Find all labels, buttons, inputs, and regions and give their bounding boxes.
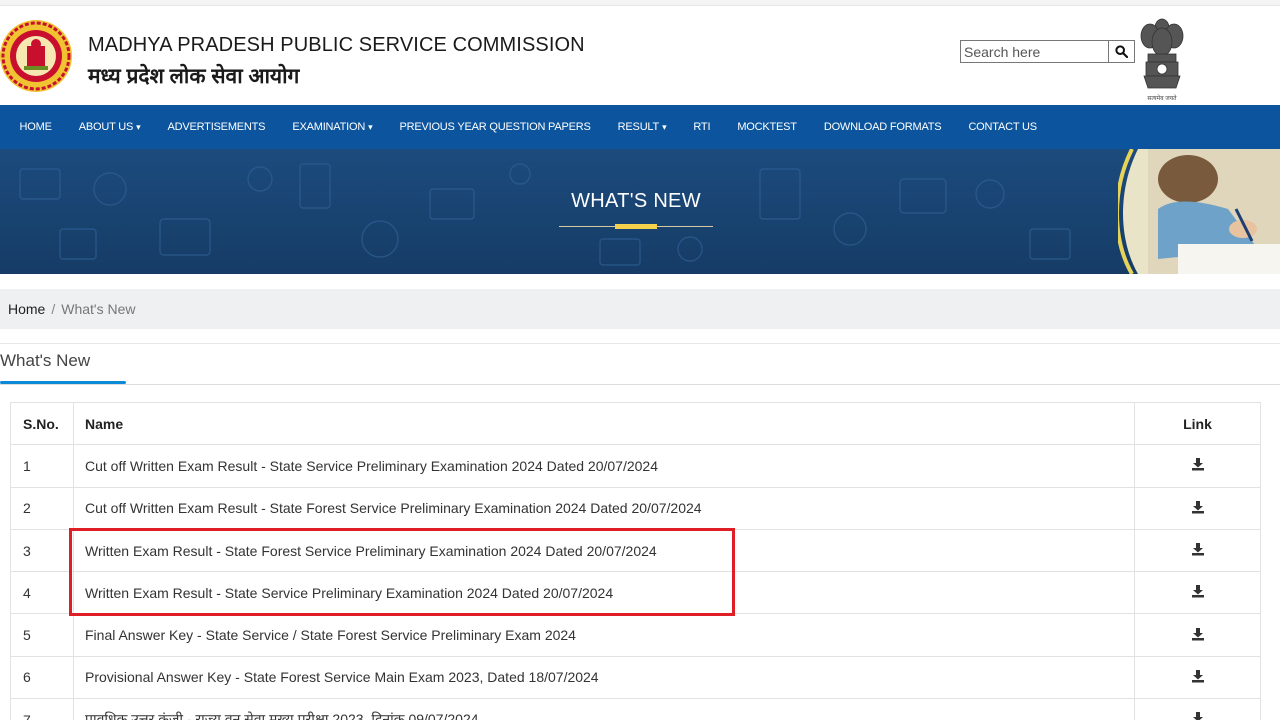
row-sno: 7: [10, 698, 74, 720]
site-header: MADHYA PRADESH PUBLIC SERVICE COMMISSION…: [0, 6, 1280, 105]
table-row: 7 प्रावधिक उत्तर कुंजी - राज्य वन सेवा म…: [10, 698, 1261, 720]
caret-down-icon: ▾: [136, 121, 141, 132]
table-row: 6 Provisional Answer Key - State Forest …: [10, 655, 1261, 700]
download-icon[interactable]: [1191, 542, 1205, 556]
table-row: 1 Cut off Written Exam Result - State Se…: [10, 444, 1261, 488]
nav-item-about-us[interactable]: ABOUT US ▾: [65, 105, 154, 149]
row-name: Provisional Answer Key - State Forest Se…: [73, 655, 1135, 700]
emblem-motto: सत्यमेव जयते: [1147, 96, 1177, 102]
nav-label: ABOUT US: [78, 121, 134, 133]
page-banner: WHAT'S NEW: [0, 149, 1280, 274]
download-icon[interactable]: [1191, 457, 1205, 471]
nav-label: EXAMINATION: [292, 121, 366, 133]
row-sno: 5: [10, 613, 74, 657]
nav-item-contact-us[interactable]: CONTACT US: [955, 105, 1051, 149]
row-name: Cut off Written Exam Result - State Fore…: [73, 486, 1135, 530]
breadcrumb-current: What's New: [61, 301, 136, 317]
download-icon[interactable]: [1191, 711, 1205, 720]
nav-item-download-formats[interactable]: DOWNLOAD FORMATS: [810, 105, 955, 149]
row-sno: 6: [10, 655, 74, 700]
row-name: Cut off Written Exam Result - State Serv…: [73, 444, 1135, 488]
nav-label: CONTACT US: [968, 121, 1037, 133]
org-name-english: MADHYA PRADESH PUBLIC SERVICE COMMISSION: [88, 34, 585, 56]
row-link: [1134, 528, 1261, 573]
table-row: 4 Written Exam Result - State Service Pr…: [10, 571, 1261, 615]
row-name: Final Answer Key - State Service / State…: [73, 613, 1135, 657]
nav-label: HOME: [19, 121, 52, 133]
student-writing-image: [1118, 149, 1280, 274]
column-header-sno: S.No.: [10, 401, 74, 446]
row-sno: 3: [10, 528, 74, 573]
nav-item-advertisements[interactable]: ADVERTISEMENTS: [154, 105, 279, 149]
download-icon[interactable]: [1191, 669, 1205, 683]
breadcrumb-separator: /: [51, 301, 56, 317]
table-row: 5 Final Answer Key - State Service / Sta…: [10, 613, 1261, 657]
search-button[interactable]: [1108, 41, 1134, 62]
search-icon: [1115, 45, 1128, 58]
nav-label: ADVERTISEMENTS: [167, 121, 266, 133]
row-sno: 2: [10, 486, 74, 530]
nav-item-result[interactable]: RESULT ▾: [604, 105, 680, 149]
column-header-link: Link: [1134, 401, 1261, 446]
row-link: [1134, 655, 1261, 700]
nav-item-home[interactable]: HOME: [6, 105, 65, 149]
row-link: [1134, 698, 1261, 720]
caret-down-icon: ▾: [368, 121, 373, 132]
search-box: [960, 40, 1135, 63]
org-name-hindi: मध्य प्रदेश लोक सेवा आयोग: [88, 65, 300, 88]
banner-title: WHAT'S NEW: [571, 190, 701, 212]
section-heading: What's New: [0, 343, 1280, 385]
row-link: [1134, 486, 1261, 530]
download-icon[interactable]: [1191, 500, 1205, 514]
nav-item-previous-papers[interactable]: PREVIOUS YEAR QUESTION PAPERS: [386, 105, 604, 149]
nav-item-examination[interactable]: EXAMINATION ▾: [279, 105, 386, 149]
download-icon[interactable]: [1191, 584, 1205, 598]
banner-divider-accent: [615, 224, 657, 229]
column-header-name: Name: [73, 401, 1135, 446]
table-row: 2 Cut off Written Exam Result - State Fo…: [10, 486, 1261, 530]
nav-item-rti[interactable]: RTI: [680, 105, 724, 149]
row-link: [1134, 571, 1261, 615]
section-title: What's New: [0, 351, 91, 370]
search-input[interactable]: [961, 41, 1108, 62]
row-sno: 1: [10, 444, 74, 488]
nav-label: RESULT: [617, 121, 660, 133]
nav-label: DOWNLOAD FORMATS: [823, 121, 942, 133]
national-emblem-icon: [1140, 18, 1184, 89]
nav-item-mocktest[interactable]: MOCKTEST: [724, 105, 811, 149]
row-sno: 4: [10, 571, 74, 615]
caret-down-icon: ▾: [662, 121, 667, 132]
row-name: Written Exam Result - State Forest Servi…: [73, 528, 1135, 573]
row-link: [1134, 613, 1261, 657]
row-name: Written Exam Result - State Service Prel…: [73, 571, 1135, 615]
row-name: प्रावधिक उत्तर कुंजी - राज्य वन सेवा मुख…: [73, 698, 1135, 720]
mppsc-seal-icon[interactable]: [0, 16, 76, 96]
breadcrumb: Home / What's New: [0, 289, 1280, 329]
nav-label: RTI: [693, 121, 711, 133]
nav-label: PREVIOUS YEAR QUESTION PAPERS: [399, 121, 591, 133]
main-nav: HOME ABOUT US ▾ ADVERTISEMENTS EXAMINATIO…: [0, 105, 1280, 149]
table-row: 3 Written Exam Result - State Forest Ser…: [10, 528, 1261, 573]
row-link: [1134, 444, 1261, 488]
table-header-row: S.No. Name Link: [10, 401, 1261, 446]
breadcrumb-home-link[interactable]: Home: [8, 301, 45, 317]
whats-new-table: S.No. Name Link 1 Cut off Written Exam R…: [10, 401, 1261, 720]
section-title-underline: [0, 381, 126, 384]
download-icon[interactable]: [1191, 627, 1205, 641]
nav-label: MOCKTEST: [737, 121, 797, 133]
